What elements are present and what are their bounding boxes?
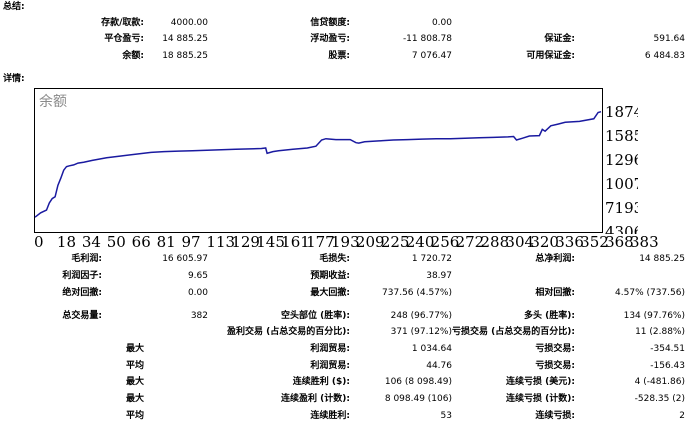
- rel-drawdown-label: 相对回撤:: [535, 288, 575, 298]
- profit-factor-value: 9.65: [187, 271, 208, 281]
- profit-factor-label: 利润因子:: [62, 271, 102, 281]
- total-trades-label: 总交易量:: [62, 311, 102, 321]
- y-tick-label: 7193: [605, 199, 638, 217]
- avg-consec-wins-label: 连续胜利:: [310, 411, 350, 421]
- x-axis-ticks: 0 18 34 50 66 81 97 113 129 145 161 177 193 209 225 240…: [34, 233, 659, 251]
- max-consec-loss-label: 连续亏损 (计数):: [506, 394, 575, 404]
- long-positions-value: 134 (97.76%): [623, 311, 685, 321]
- avg-consec-losses-value: 2: [679, 411, 685, 421]
- y-tick-label: 1874: [605, 103, 638, 121]
- avg-loss-value: -156.43: [650, 361, 685, 371]
- avg-consec-row-label: 平均: [125, 411, 144, 421]
- max-consec-losses-value: 4 (-481.86): [634, 377, 685, 387]
- avg-consec-losses-label: 连续亏损:: [535, 411, 575, 421]
- balance-chart-svg: 余额 187415851296100771934306: [34, 88, 638, 234]
- deposit-value: 4000.00: [170, 18, 208, 28]
- gross-profit-label: 毛利润:: [71, 254, 102, 264]
- net-profit-label: 总净利润:: [535, 254, 575, 264]
- x-tick-label: 97: [181, 233, 201, 251]
- largest-profit-value: 1 034.64: [411, 344, 452, 354]
- rel-drawdown-value: 4.57% (737.56): [615, 288, 685, 298]
- profit-trades-label: 盈利交易 (占总交易的百分比):: [227, 327, 350, 337]
- margin-label: 保证金:: [544, 34, 575, 44]
- chart-title: 余额: [39, 93, 67, 110]
- avg-loss-label: 亏损交易:: [535, 361, 575, 371]
- max-consec-profit-value: 8 098.49 (106): [384, 394, 452, 404]
- short-positions-label: 空头部位 (胜率):: [281, 311, 350, 321]
- free-margin-value: 6 484.83: [644, 51, 685, 61]
- gross-loss-label: 毛损失:: [319, 254, 350, 264]
- largest-loss-label: 亏损交易:: [535, 344, 575, 354]
- x-tick-label: 18: [56, 233, 76, 251]
- loss-trades-value: 11 (2.88%): [635, 327, 685, 337]
- max-consec-losses-label: 连续亏损 (美元):: [506, 377, 575, 387]
- expected-payoff-value: 38.97: [426, 271, 452, 281]
- x-tick-label: 34: [81, 233, 101, 251]
- x-tick-label: 0: [34, 233, 44, 251]
- largest-row-label: 最大: [125, 344, 144, 354]
- largest-profit-label: 利润贸易:: [310, 344, 350, 354]
- closed-pl-value: 14 885.25: [162, 34, 208, 44]
- loss-trades-label: 亏损交易 (占总交易的百分比):: [452, 327, 575, 337]
- avg-consec-wins-value: 53: [440, 411, 452, 421]
- abs-drawdown-label: 绝对回撤:: [62, 288, 102, 298]
- expected-payoff-label: 预期收益:: [310, 271, 350, 281]
- max-consec-loss-value: -528.35 (2): [634, 394, 685, 404]
- max-drawdown-label: 最大回撤:: [310, 288, 350, 298]
- closed-pl-label: 平仓盈亏:: [104, 34, 144, 44]
- gross-profit-value: 16 605.97: [162, 254, 208, 264]
- floating-pl-value: -11 808.78: [402, 34, 452, 44]
- max-consec-row-label: 最大: [125, 377, 144, 387]
- profit-trades-value: 371 (97.12%): [390, 327, 452, 337]
- max-consec-profit-label: 连续盈利 (计数):: [281, 394, 350, 404]
- max-consec-wins-value: 106 (8 098.49): [384, 377, 452, 387]
- total-trades-value: 382: [190, 311, 208, 321]
- balance-chart: 余额 187415851296100771934306: [34, 88, 638, 234]
- free-margin-label: 可用保证金:: [526, 51, 575, 61]
- x-tick-label: 50: [106, 233, 126, 251]
- net-profit-value: 14 885.25: [639, 254, 685, 264]
- max-consec-wins-label: 连续胜利 ($):: [292, 377, 350, 387]
- y-axis-ticks: 187415851296100771934306: [605, 103, 638, 234]
- short-positions-value: 248 (96.77%): [390, 311, 452, 321]
- y-tick-label: 1585: [605, 127, 638, 145]
- y-tick-label: 1296: [605, 151, 638, 169]
- equity-label: 股票:: [328, 51, 350, 61]
- details-heading: 详情:: [3, 74, 25, 84]
- summary-heading: 总结:: [3, 2, 25, 12]
- abs-drawdown-value: 0.00: [187, 288, 208, 298]
- largest-loss-value: -354.51: [650, 344, 685, 354]
- margin-value: 591.64: [653, 34, 686, 44]
- credit-value: 0.00: [431, 18, 452, 28]
- avg-profit-label: 利润贸易:: [310, 361, 350, 371]
- x-tick-label: 66: [131, 233, 151, 251]
- deposit-label: 存款/取款:: [101, 18, 144, 28]
- max-drawdown-value: 737.56 (4.57%): [382, 288, 452, 298]
- average-row-label: 平均: [125, 361, 144, 371]
- credit-label: 信贷额度:: [310, 18, 350, 28]
- balance-label: 余额:: [122, 51, 144, 61]
- equity-value: 7 076.47: [411, 51, 452, 61]
- gross-loss-value: 1 720.72: [411, 254, 452, 264]
- y-tick-label: 1007: [605, 175, 638, 193]
- floating-pl-label: 浮动盈亏:: [310, 34, 350, 44]
- max-consec-count-row-label: 最大: [125, 394, 144, 404]
- chart-plot-area: [34, 88, 603, 233]
- x-tick-label: 81: [156, 233, 176, 251]
- balance-value: 18 885.25: [162, 51, 208, 61]
- avg-profit-value: 44.76: [426, 361, 452, 371]
- long-positions-label: 多头 (胜率):: [524, 311, 575, 321]
- x-tick-label: 383: [630, 233, 659, 251]
